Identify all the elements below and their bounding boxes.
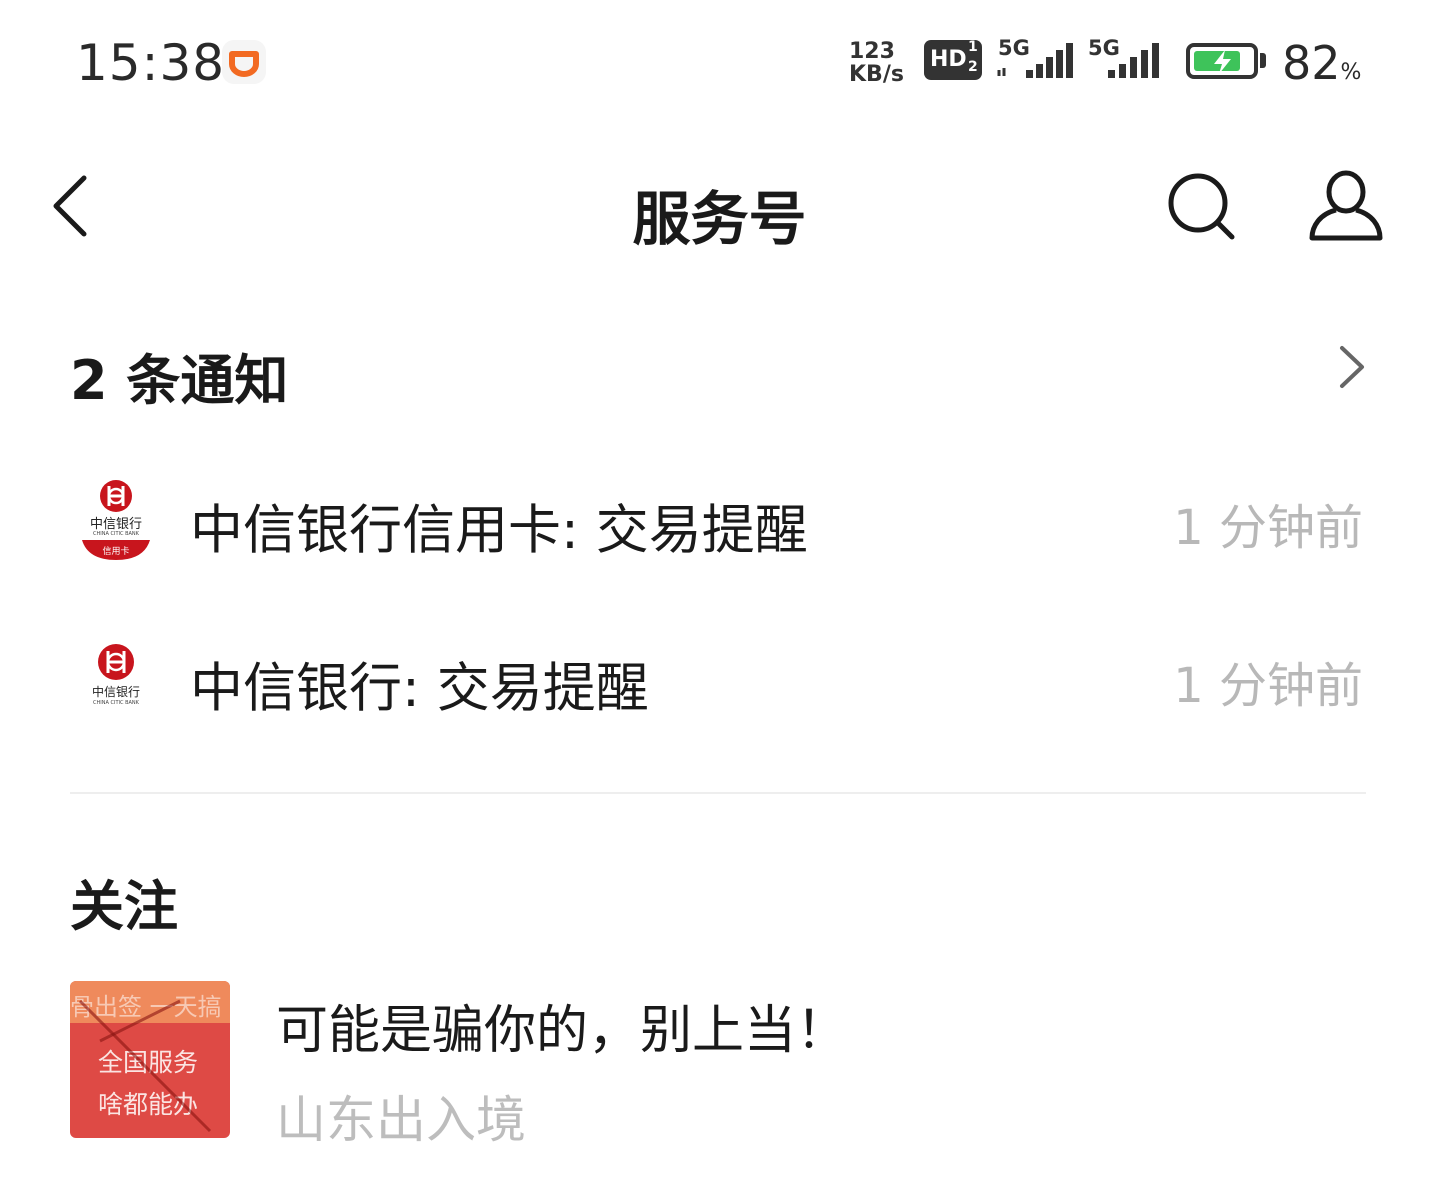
sim2-signal-icon — [1106, 40, 1168, 86]
didi-app-icon — [222, 40, 266, 84]
search-icon — [1168, 173, 1235, 240]
citic-credit-card-logo: 中信银行 CHINA CITIC BANK 信用卡 — [78, 478, 154, 562]
battery-percent-unit: % — [1340, 60, 1362, 85]
notification-time: 1 分钟前 — [1173, 658, 1363, 714]
network-speed-value: 123 — [849, 39, 895, 64]
follow-item[interactable]: 骨出签 一天搞 全国服务 啥都能办 可能是骗你的，别上当！ 山东出入境 — [0, 970, 1439, 1150]
hd-label: HD — [930, 47, 967, 72]
citic-bank-logo: 中信银行 CHINA CITIC BANK — [82, 642, 150, 712]
article-thumbnail: 骨出签 一天搞 全国服务 啥都能办 — [70, 981, 230, 1138]
chevron-right-icon — [1340, 346, 1364, 388]
section-divider — [70, 792, 1366, 794]
thumbnail-cross-mark — [78, 999, 212, 1133]
logo-bank-name: 中信银行 — [91, 685, 140, 699]
logo-bank-en: CHINA CITIC BANK — [93, 531, 139, 537]
logo-bank-en: CHINA CITIC BANK — [93, 700, 139, 706]
notifications-more-button[interactable] — [1334, 342, 1370, 396]
follow-header: 关注 — [70, 875, 178, 938]
network-speed: 123 KB/s — [849, 40, 904, 86]
notification-row[interactable]: 中信银行 CHINA CITIC BANK 信用卡 中信银行信用卡: 交易提醒 … — [0, 460, 1439, 590]
profile-button[interactable] — [1306, 168, 1386, 248]
logo-bank-name: 中信银行 — [89, 517, 142, 532]
article-title: 可能是骗你的，别上当！ — [276, 1001, 849, 1061]
charging-bolt-icon — [1214, 50, 1231, 74]
notification-title: 中信银行信用卡: 交易提醒 — [190, 500, 808, 561]
notification-time: 1 分钟前 — [1173, 500, 1363, 556]
notification-row[interactable]: 中信银行 CHINA CITIC BANK 中信银行: 交易提醒 1 分钟前 — [0, 620, 1439, 750]
network-speed-unit: KB/s — [849, 62, 904, 87]
battery-percent: 82% — [1282, 36, 1361, 90]
notifications-header[interactable]: 2 条通知 — [70, 336, 288, 415]
person-icon — [1309, 170, 1383, 241]
hd-voice-badge: HD 1 2 — [924, 39, 982, 80]
hd-sub-top: 1 — [968, 39, 978, 55]
battery-cap — [1260, 53, 1266, 68]
status-time: 15:38 — [76, 34, 226, 92]
hd-sub-bottom: 2 — [968, 59, 978, 75]
article-source: 山东出入境 — [276, 1091, 526, 1149]
notification-title: 中信银行: 交易提醒 — [190, 658, 649, 719]
battery-icon — [1186, 43, 1258, 79]
battery-percent-value: 82 — [1282, 36, 1341, 90]
search-button[interactable] — [1164, 170, 1240, 246]
logo-badge: 信用卡 — [102, 547, 130, 557]
sim1-signal-icon — [996, 40, 1080, 86]
